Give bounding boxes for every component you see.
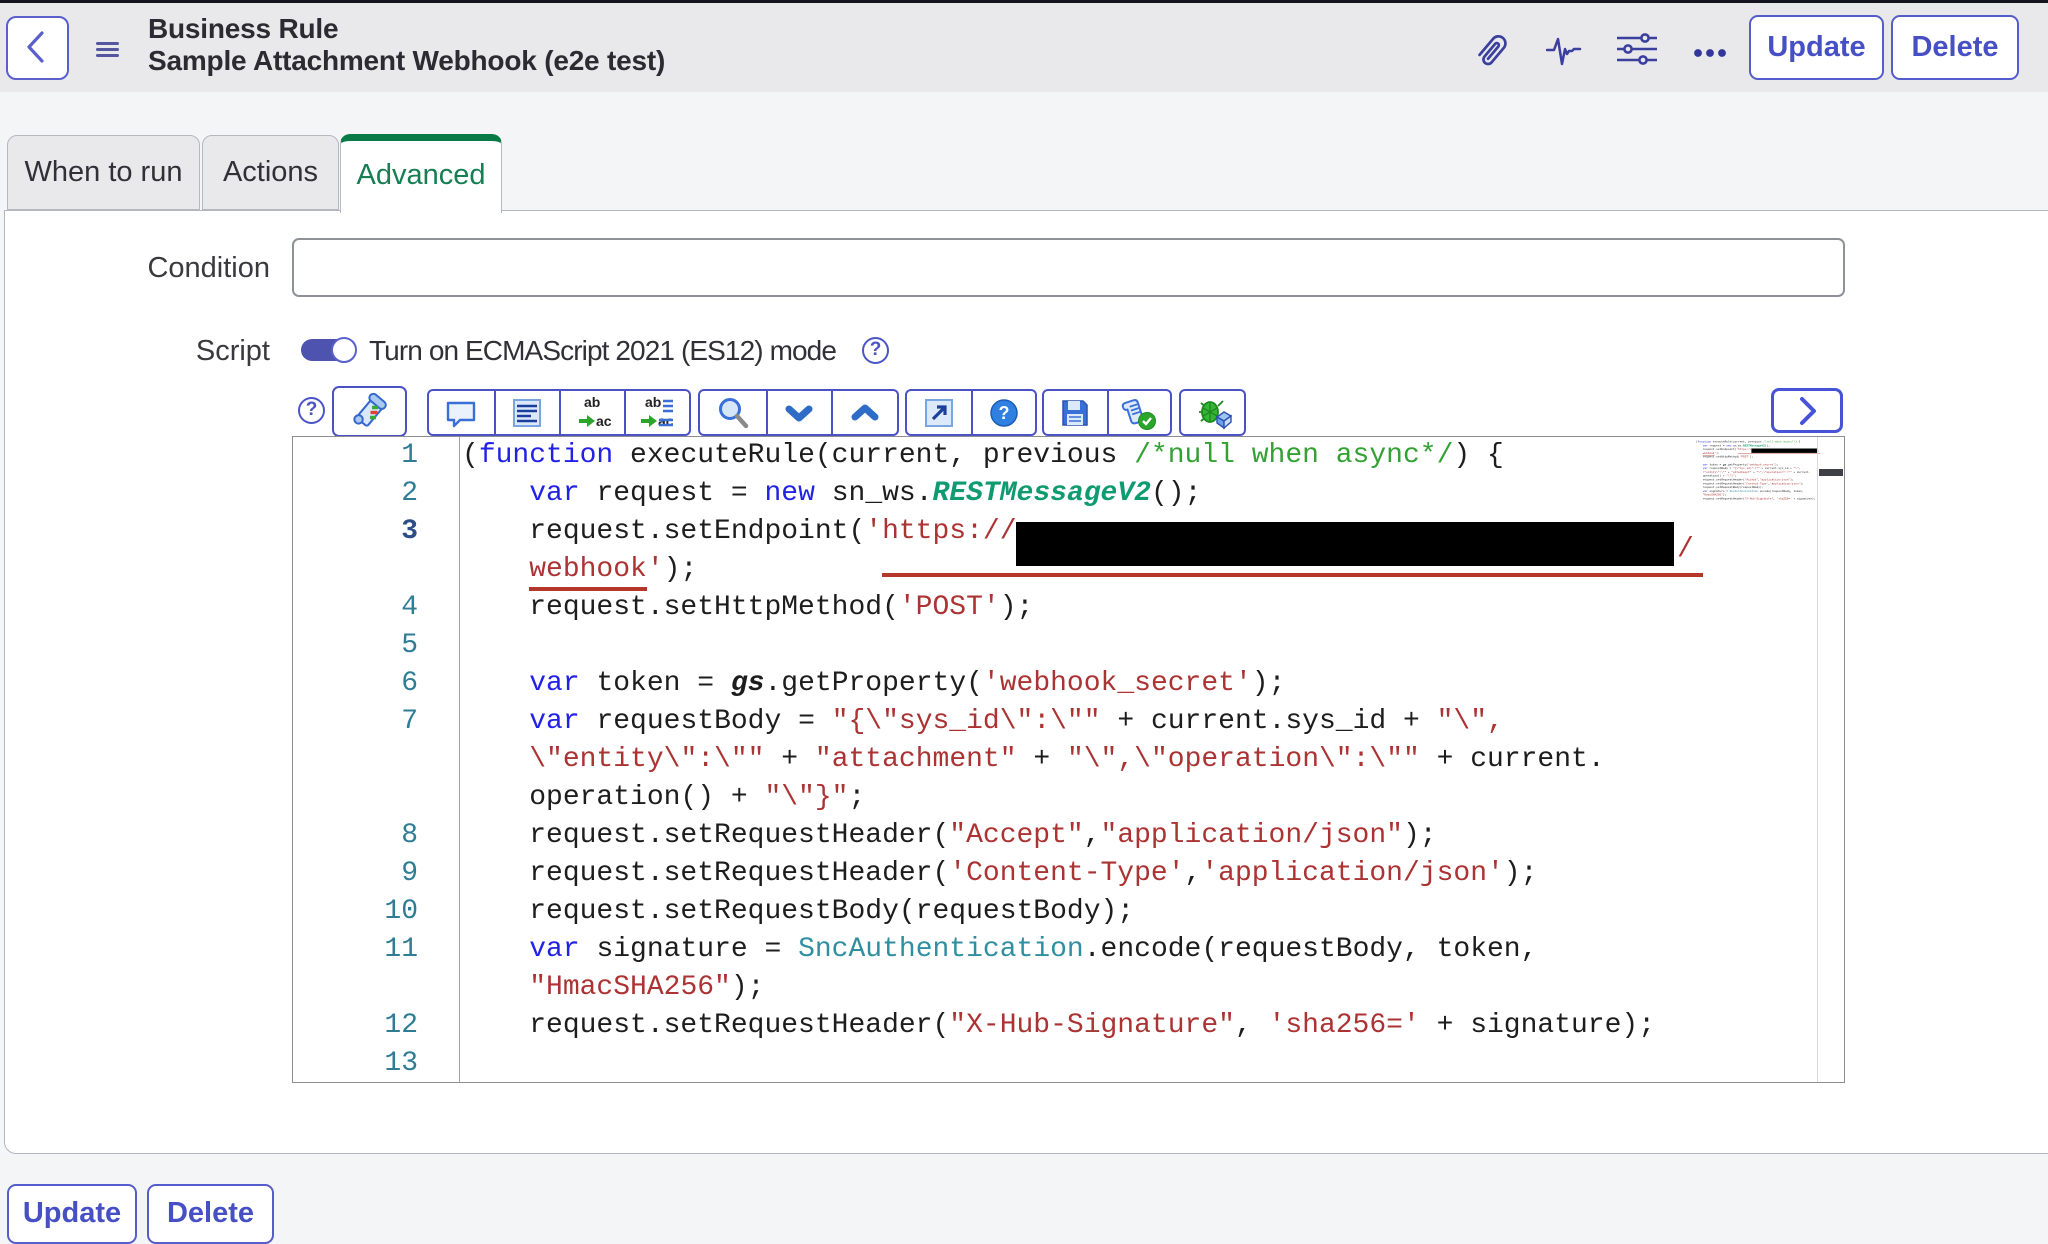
- svg-text:?: ?: [998, 403, 1009, 423]
- svg-text:ab: ab: [645, 394, 661, 410]
- svg-text:ac: ac: [596, 413, 612, 429]
- svg-text:ab: ab: [584, 394, 600, 410]
